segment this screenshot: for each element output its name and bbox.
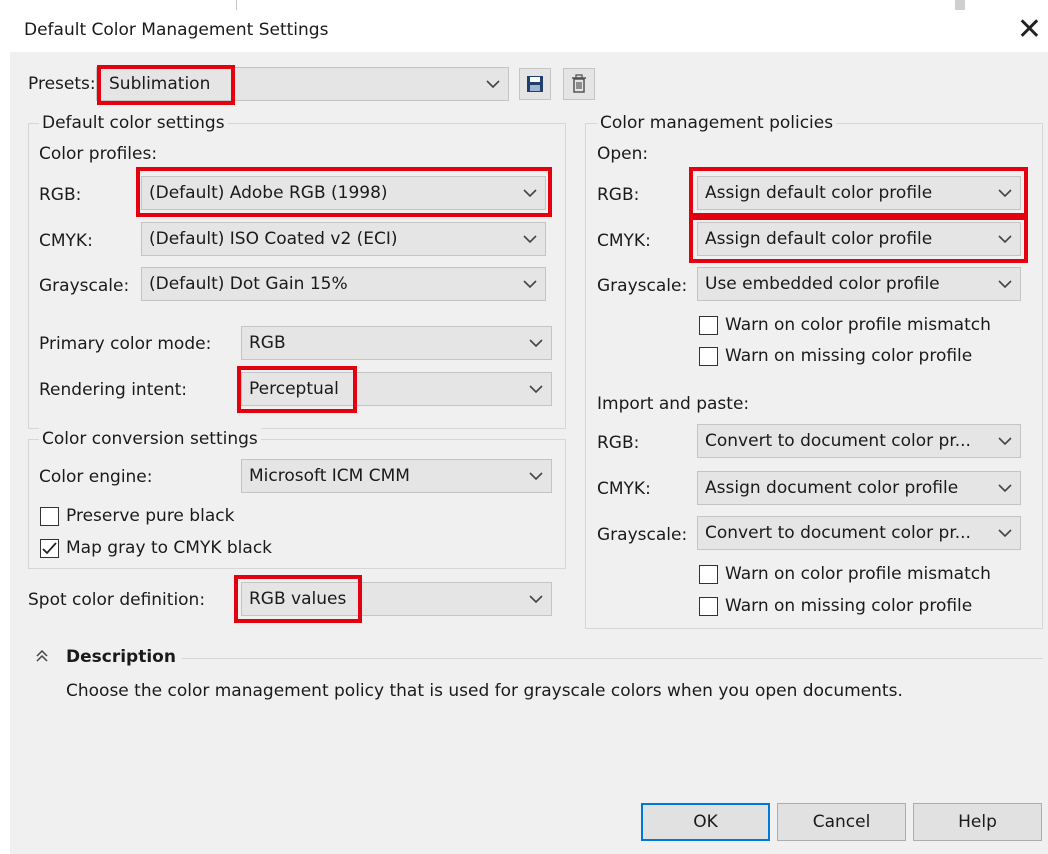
- cmyk-profile-value: (Default) ISO Coated v2 (ECI): [149, 229, 398, 249]
- open-cmyk-policy-value: Assign default color profile: [705, 229, 933, 249]
- background-strip: [0, 0, 1048, 10]
- chevron-down-icon: [998, 235, 1012, 244]
- trash-icon: [572, 74, 586, 93]
- chevron-down-icon: [998, 189, 1012, 198]
- import-grayscale-policy-value: Convert to document color pr...: [705, 523, 971, 543]
- dialog-title: Default Color Management Settings: [24, 20, 329, 40]
- import-grayscale-policy-dropdown[interactable]: Convert to document color pr...: [697, 516, 1021, 550]
- chevron-down-icon: [486, 80, 500, 89]
- chevron-down-icon: [529, 595, 543, 604]
- open-warn-missing-checkbox[interactable]: [699, 347, 718, 366]
- background-divider: [236, 0, 237, 10]
- help-button[interactable]: Help: [913, 803, 1042, 841]
- import-rgb-label: RGB:: [597, 433, 640, 453]
- chevron-down-icon: [529, 385, 543, 394]
- grayscale-profile-value: (Default) Dot Gain 15%: [149, 274, 348, 294]
- preserve-black-checkbox[interactable]: [40, 507, 59, 526]
- cmyk-profile-label: CMYK:: [39, 231, 93, 251]
- color-conversion-title: Color conversion settings: [39, 428, 261, 450]
- spot-color-value: RGB values: [249, 589, 347, 609]
- open-cmyk-label: CMYK:: [597, 231, 651, 251]
- presets-value: Sublimation: [109, 74, 211, 94]
- chevron-down-icon: [998, 484, 1012, 493]
- spot-color-label: Spot color definition:: [28, 590, 206, 610]
- cmyk-profile-dropdown[interactable]: (Default) ISO Coated v2 (ECI): [141, 222, 546, 256]
- import-cmyk-policy-value: Assign document color profile: [705, 478, 959, 498]
- open-grayscale-policy-dropdown[interactable]: Use embedded color profile: [697, 267, 1021, 301]
- presets-label: Presets:: [28, 74, 96, 94]
- chevron-down-icon: [998, 529, 1012, 538]
- policies-title: Color management policies: [597, 112, 837, 134]
- color-management-dialog: Default Color Management Settings ✕ Pres…: [10, 10, 1048, 854]
- rendering-intent-label: Rendering intent:: [39, 380, 188, 400]
- save-preset-button[interactable]: [519, 68, 551, 100]
- import-rgb-policy-value: Convert to document color pr...: [705, 431, 971, 451]
- default-color-settings-title: Default color settings: [39, 112, 228, 134]
- description-text: Choose the color management policy that …: [66, 681, 903, 701]
- import-cmyk-label: CMYK:: [597, 479, 651, 499]
- rendering-intent-dropdown[interactable]: Perceptual: [241, 372, 552, 406]
- spot-color-dropdown[interactable]: RGB values: [241, 582, 552, 616]
- chevron-down-icon: [523, 235, 537, 244]
- description-divider: [182, 658, 1043, 659]
- import-paste-label: Import and paste:: [597, 394, 750, 414]
- import-warn-mismatch-checkbox[interactable]: [699, 565, 718, 584]
- color-engine-value: Microsoft ICM CMM: [249, 466, 410, 486]
- import-rgb-policy-dropdown[interactable]: Convert to document color pr...: [697, 424, 1021, 458]
- ok-button[interactable]: OK: [641, 803, 770, 841]
- import-grayscale-label: Grayscale:: [597, 525, 688, 545]
- import-cmyk-policy-dropdown[interactable]: Assign document color profile: [697, 471, 1021, 505]
- primary-color-mode-label: Primary color mode:: [39, 334, 212, 354]
- save-icon: [527, 76, 543, 92]
- map-gray-label: Map gray to CMYK black: [66, 538, 273, 558]
- chevron-down-icon: [529, 339, 543, 348]
- color-profiles-label: Color profiles:: [39, 144, 158, 164]
- presets-dropdown[interactable]: Sublimation: [96, 67, 509, 101]
- open-label: Open:: [597, 144, 649, 164]
- preserve-black-label: Preserve pure black: [66, 506, 235, 526]
- import-warn-mismatch-label: Warn on color profile mismatch: [725, 564, 991, 584]
- close-icon[interactable]: ✕: [1017, 12, 1042, 48]
- primary-color-mode-value: RGB: [249, 333, 286, 353]
- map-gray-checkbox[interactable]: [40, 539, 59, 558]
- collapse-chevron-icon[interactable]: [35, 649, 49, 663]
- background-scrollbar: [955, 0, 965, 10]
- open-grayscale-label: Grayscale:: [597, 276, 688, 296]
- open-warn-missing-label: Warn on missing color profile: [725, 346, 973, 366]
- open-rgb-policy-value: Assign default color profile: [705, 183, 933, 203]
- import-warn-missing-checkbox[interactable]: [699, 597, 718, 616]
- rgb-profile-dropdown[interactable]: (Default) Adobe RGB (1998): [141, 176, 546, 210]
- rgb-profile-label: RGB:: [39, 185, 82, 205]
- open-grayscale-policy-value: Use embedded color profile: [705, 274, 940, 294]
- import-warn-missing-label: Warn on missing color profile: [725, 596, 973, 616]
- chevron-down-icon: [998, 280, 1012, 289]
- description-title: Description: [66, 647, 176, 667]
- open-warn-mismatch-checkbox[interactable]: [699, 316, 718, 335]
- chevron-down-icon: [529, 472, 543, 481]
- chevron-down-icon: [523, 189, 537, 198]
- cancel-button[interactable]: Cancel: [777, 803, 906, 841]
- open-cmyk-policy-dropdown[interactable]: Assign default color profile: [697, 222, 1021, 256]
- chevron-down-icon: [998, 437, 1012, 446]
- checkmark-icon: [42, 542, 57, 555]
- grayscale-profile-dropdown[interactable]: (Default) Dot Gain 15%: [141, 267, 546, 301]
- rendering-intent-value: Perceptual: [249, 379, 339, 399]
- color-engine-dropdown[interactable]: Microsoft ICM CMM: [241, 459, 552, 493]
- color-engine-label: Color engine:: [39, 467, 153, 487]
- title-bar: Default Color Management Settings ✕: [10, 10, 1048, 52]
- rgb-profile-value: (Default) Adobe RGB (1998): [149, 183, 388, 203]
- open-rgb-policy-dropdown[interactable]: Assign default color profile: [697, 176, 1021, 210]
- chevron-down-icon: [523, 280, 537, 289]
- grayscale-profile-label: Grayscale:: [39, 276, 130, 296]
- primary-color-mode-dropdown[interactable]: RGB: [241, 326, 552, 360]
- open-warn-mismatch-label: Warn on color profile mismatch: [725, 315, 991, 335]
- delete-preset-button[interactable]: [563, 68, 595, 100]
- open-rgb-label: RGB:: [597, 185, 640, 205]
